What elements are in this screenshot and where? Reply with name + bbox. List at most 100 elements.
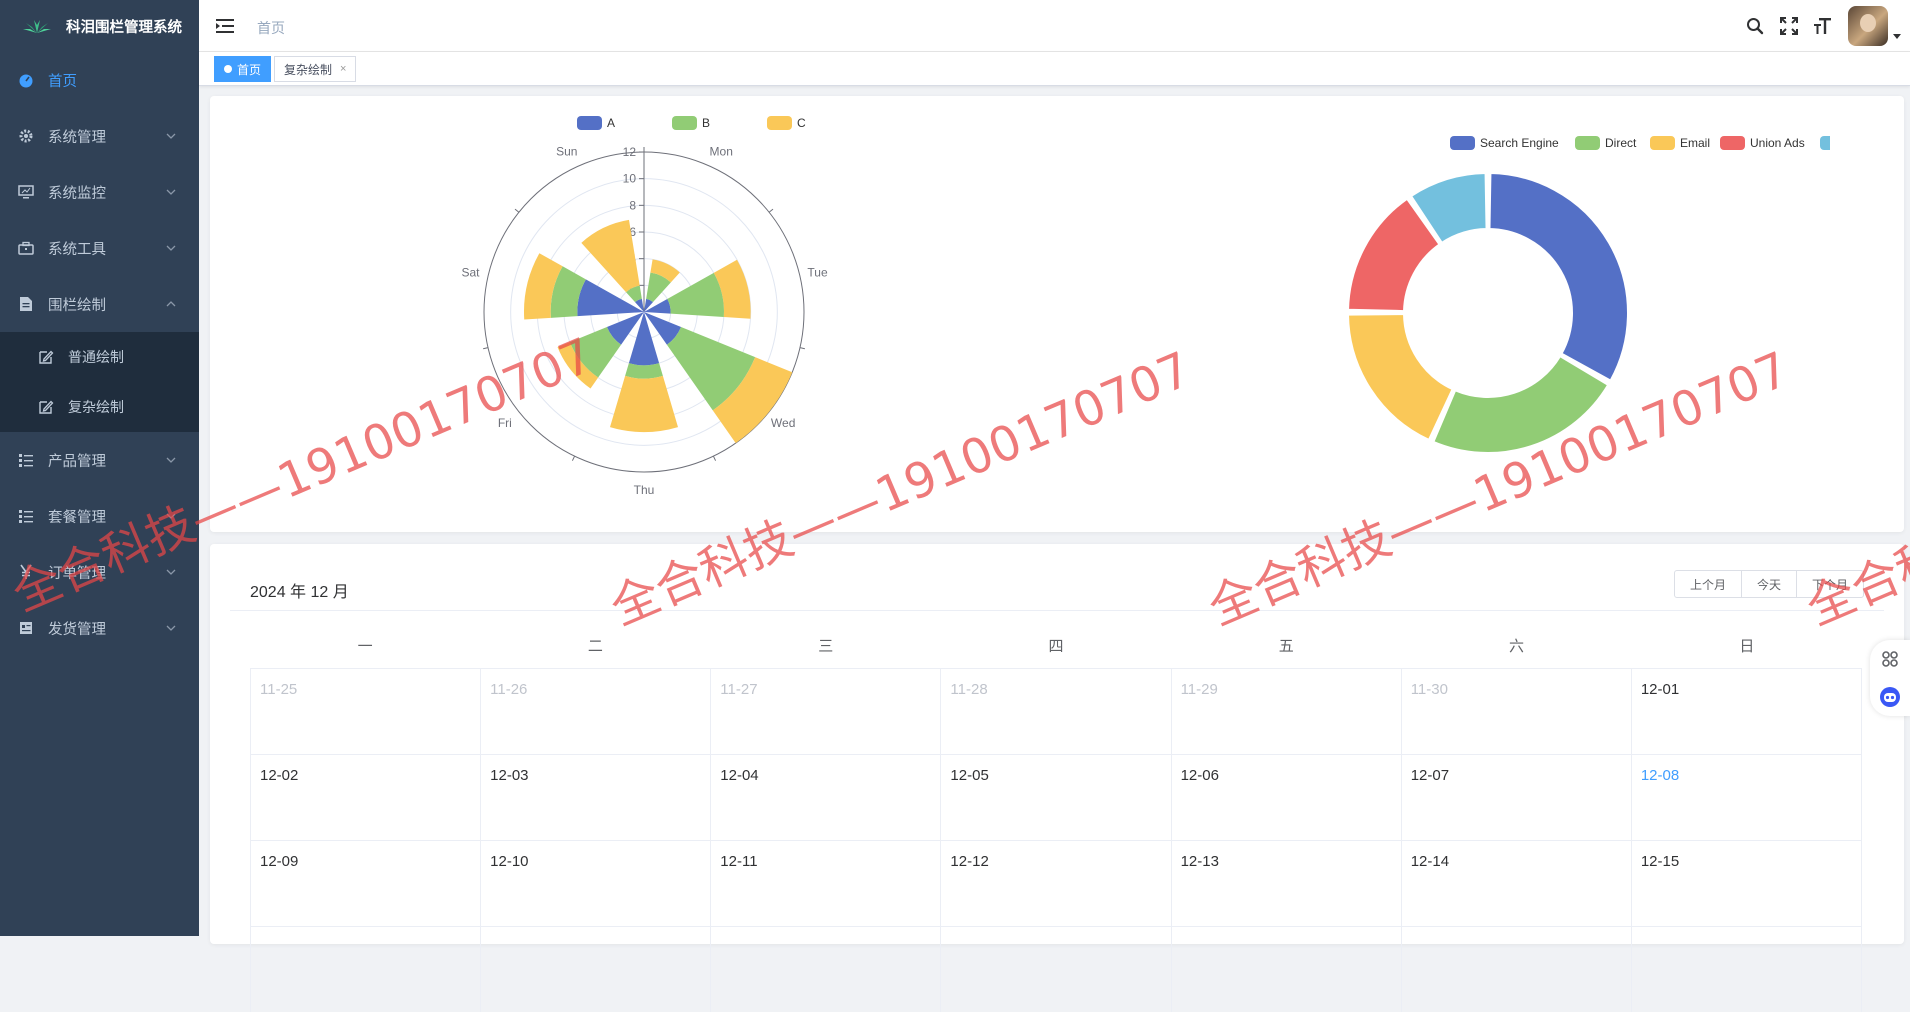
angle-category-label: Sun [556, 145, 577, 159]
legend-swatch [1650, 136, 1675, 150]
calendar-day[interactable]: 12-04 [711, 754, 942, 840]
calendar-day[interactable]: 12-01 [1631, 668, 1862, 754]
calendar-day[interactable]: 12-06 [1171, 754, 1402, 840]
sidebar-item-1[interactable]: 系统管理 [0, 108, 199, 164]
calendar-day[interactable]: 12-12 [941, 840, 1172, 926]
calendar-day[interactable]: 11-25 [251, 668, 482, 754]
sidebar-item-4[interactable]: 围栏绘制 [0, 276, 199, 332]
breadcrumb[interactable]: 首页 [257, 18, 285, 38]
calendar-day[interactable] [941, 926, 1172, 1012]
calendar-day[interactable]: 12-10 [481, 840, 712, 926]
navbar: 首页 [199, 0, 1910, 52]
font-size-icon[interactable] [1806, 0, 1840, 52]
calendar-day[interactable]: 12-07 [1401, 754, 1632, 840]
legend-label: A [607, 116, 615, 130]
calendar-day[interactable] [1401, 926, 1632, 1012]
sidebar-submenu: 普通绘制复杂绘制 [0, 332, 199, 432]
gear-icon [18, 128, 34, 144]
app-logo[interactable]: 科泪围栏管理系统 [0, 0, 199, 52]
calendar-nav: 上个月 今天 下个月 [1673, 570, 1864, 598]
sidebar-subitem-1[interactable]: 复杂绘制 [0, 382, 199, 432]
angle-tick [483, 347, 489, 350]
calendar-day[interactable]: 11-29 [1171, 668, 1402, 754]
weekday-label: 一 [357, 638, 373, 655]
sidebar-item-label: 系统工具 [48, 241, 106, 258]
list-icon [18, 508, 34, 524]
angle-tick [768, 208, 774, 213]
calendar-grid: 一二三四五六日 11-25 11-26 11-27 11-28 11-29 11-30 12-… [250, 626, 1862, 1012]
calendar-day[interactable]: 12-09 [251, 840, 482, 926]
apps-icon[interactable] [1870, 640, 1910, 678]
legend-swatch [672, 116, 697, 130]
caret-down-icon[interactable] [1888, 34, 1906, 40]
fullscreen-icon[interactable] [1772, 0, 1806, 52]
sidebar-subitem-label: 复杂绘制 [68, 399, 124, 415]
angle-category-label: Wed [771, 416, 795, 430]
calendar-day[interactable]: 11-30 [1401, 668, 1632, 754]
chevron-down-icon [165, 510, 177, 522]
close-icon[interactable]: × [340, 63, 346, 75]
calendar-day[interactable]: 11-27 [711, 668, 942, 754]
assistant-robot-icon[interactable] [1870, 678, 1910, 716]
radius-tick-label: 8 [629, 198, 636, 212]
sidebar-item-5[interactable]: 产品管理 [0, 432, 199, 488]
calendar-day[interactable]: 12-13 [1171, 840, 1402, 926]
calendar-day[interactable]: 12-03 [481, 754, 712, 840]
today-button[interactable]: 今天 [1740, 570, 1797, 598]
floating-tools [1870, 640, 1910, 716]
angle-tick [799, 347, 805, 350]
calendar-day[interactable]: 11-28 [941, 668, 1172, 754]
hamburger-icon[interactable] [215, 16, 235, 36]
weekday-label: 五 [1278, 638, 1294, 655]
legend-label: Email [1680, 136, 1710, 150]
sidebar-item-label: 系统管理 [48, 129, 106, 146]
chevron-down-icon [165, 454, 177, 466]
chevron-down-icon [165, 186, 177, 198]
calendar-day[interactable]: 12-14 [1401, 840, 1632, 926]
sidebar-item-7[interactable]: 订单管理 [0, 544, 199, 600]
search-icon[interactable] [1738, 0, 1772, 52]
polar-bar-segment [625, 363, 663, 379]
sidebar-item-2[interactable]: 系统监控 [0, 164, 199, 220]
chevron-down-icon [165, 130, 177, 142]
legend-swatch [767, 116, 792, 130]
calendar-day[interactable] [711, 926, 942, 1012]
edit-icon [38, 349, 54, 365]
donut-slice [1432, 355, 1610, 454]
tag-home[interactable]: 首页 [214, 56, 272, 82]
calendar-day[interactable]: 11-26 [481, 668, 712, 754]
calendar-day-today[interactable]: 12-08 [1631, 754, 1862, 840]
chevron-down-icon [165, 566, 177, 578]
calendar-day[interactable]: 12-11 [711, 840, 942, 926]
tag-complex-draw[interactable]: 复杂绘制 × [274, 56, 357, 82]
sidebar-subitem-0[interactable]: 普通绘制 [0, 332, 199, 382]
sidebar-item-8[interactable]: 发货管理 [0, 600, 199, 656]
weekday-label: 三 [818, 638, 834, 655]
app-logo-icon [23, 20, 51, 33]
calendar-day[interactable] [481, 926, 712, 1012]
sidebar-item-3[interactable]: 系统工具 [0, 220, 199, 276]
calendar-day[interactable] [251, 926, 482, 1012]
donut-slice [1347, 313, 1454, 441]
calendar-divider [230, 610, 1884, 611]
sidebar-item-6[interactable]: 套餐管理 [0, 488, 199, 544]
angle-category-label: Mon [710, 145, 733, 159]
calendar-day[interactable]: 12-15 [1631, 840, 1862, 926]
sidebar-item-0[interactable]: 首页 [0, 52, 199, 108]
calendar-day[interactable]: 12-05 [941, 754, 1172, 840]
chevron-up-icon [165, 298, 177, 310]
avatar[interactable] [1848, 6, 1888, 46]
angle-category-label: Tue [807, 265, 828, 279]
calendar-week-row: 12-02 12-03 12-04 12-05 12-06 12-07 12-08 [250, 754, 1862, 840]
weekday-label: 日 [1739, 638, 1755, 655]
calendar-card: 2024 年 12 月 上个月 今天 下个月 一 二 三 四 五 六 日 11-25 11-26… [210, 544, 1904, 1012]
chevron-down-icon [165, 622, 177, 634]
calendar-day[interactable] [1171, 926, 1402, 1012]
calendar-day[interactable]: 12-02 [251, 754, 482, 840]
sidebar-item-label: 产品管理 [48, 453, 106, 470]
angle-tick [571, 455, 576, 461]
prev-month-button[interactable]: 上个月 [1673, 570, 1742, 598]
document-icon [18, 296, 34, 312]
next-month-button[interactable]: 下个月 [1795, 570, 1864, 598]
calendar-day[interactable] [1631, 926, 1862, 1012]
